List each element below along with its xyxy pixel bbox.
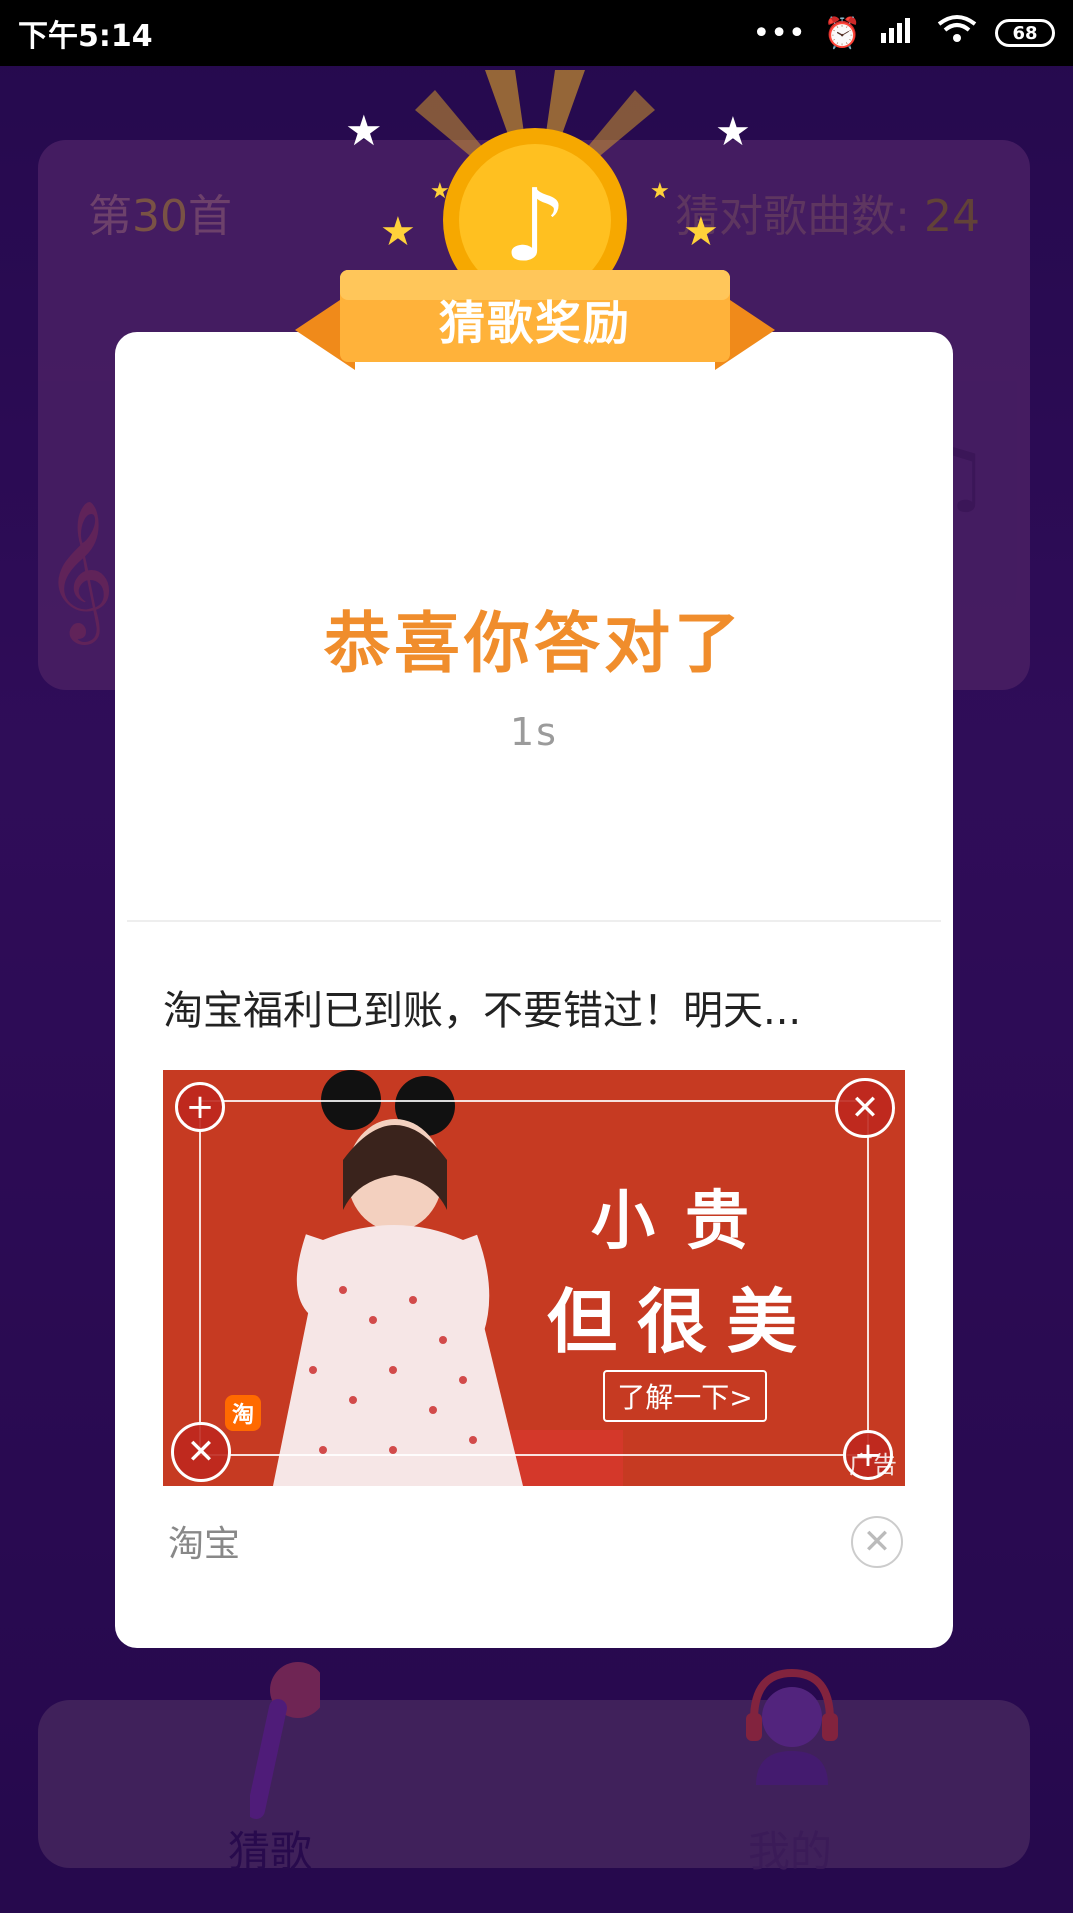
- svg-text:★: ★: [683, 209, 719, 255]
- ad-source: 淘宝: [168, 1524, 241, 1565]
- congrats-text: 恭喜你答对了: [324, 605, 744, 682]
- wifi-icon: [937, 14, 977, 52]
- alarm-icon: ⏰: [823, 15, 861, 51]
- signal-icon: [879, 15, 919, 51]
- countdown-timer: 1s: [510, 710, 558, 754]
- ad-label: 广告: [849, 1451, 897, 1479]
- ad-headline-2: 但很美: [547, 1281, 817, 1363]
- close-icon[interactable]: ✕: [851, 1516, 903, 1568]
- svg-text:★: ★: [650, 179, 670, 204]
- ad-title[interactable]: 淘宝福利已到账，不要错过！明天...: [163, 978, 801, 1036]
- more-dots-icon: •••: [752, 15, 806, 51]
- ad-close-icon[interactable]: ✕: [835, 1078, 895, 1138]
- svg-text:♪: ♪: [503, 167, 567, 284]
- reward-banner-title: 猜歌奖励: [439, 296, 631, 350]
- svg-text:★: ★: [345, 106, 383, 155]
- status-time: 下午5:14: [18, 19, 153, 54]
- ad-image[interactable]: + ✕ ✕ + 小贵 但很美 了解一下> 淘 广告: [163, 1070, 905, 1486]
- taobao-logo-icon: 淘: [225, 1395, 261, 1431]
- ad-headline-1: 小贵: [591, 1185, 779, 1259]
- status-icons: ••• ⏰ 68: [753, 14, 1055, 52]
- svg-text:★: ★: [380, 209, 416, 255]
- svg-text:★: ★: [715, 109, 751, 155]
- battery-indicator: 68: [995, 19, 1055, 47]
- ad-plus-icon: +: [175, 1082, 225, 1132]
- ad-close-icon[interactable]: ✕: [171, 1422, 231, 1482]
- ad-cta-button[interactable]: 了解一下>: [603, 1370, 767, 1422]
- modal-divider: [127, 920, 941, 922]
- status-bar: 下午5:14 ••• ⏰ 68: [0, 0, 1073, 66]
